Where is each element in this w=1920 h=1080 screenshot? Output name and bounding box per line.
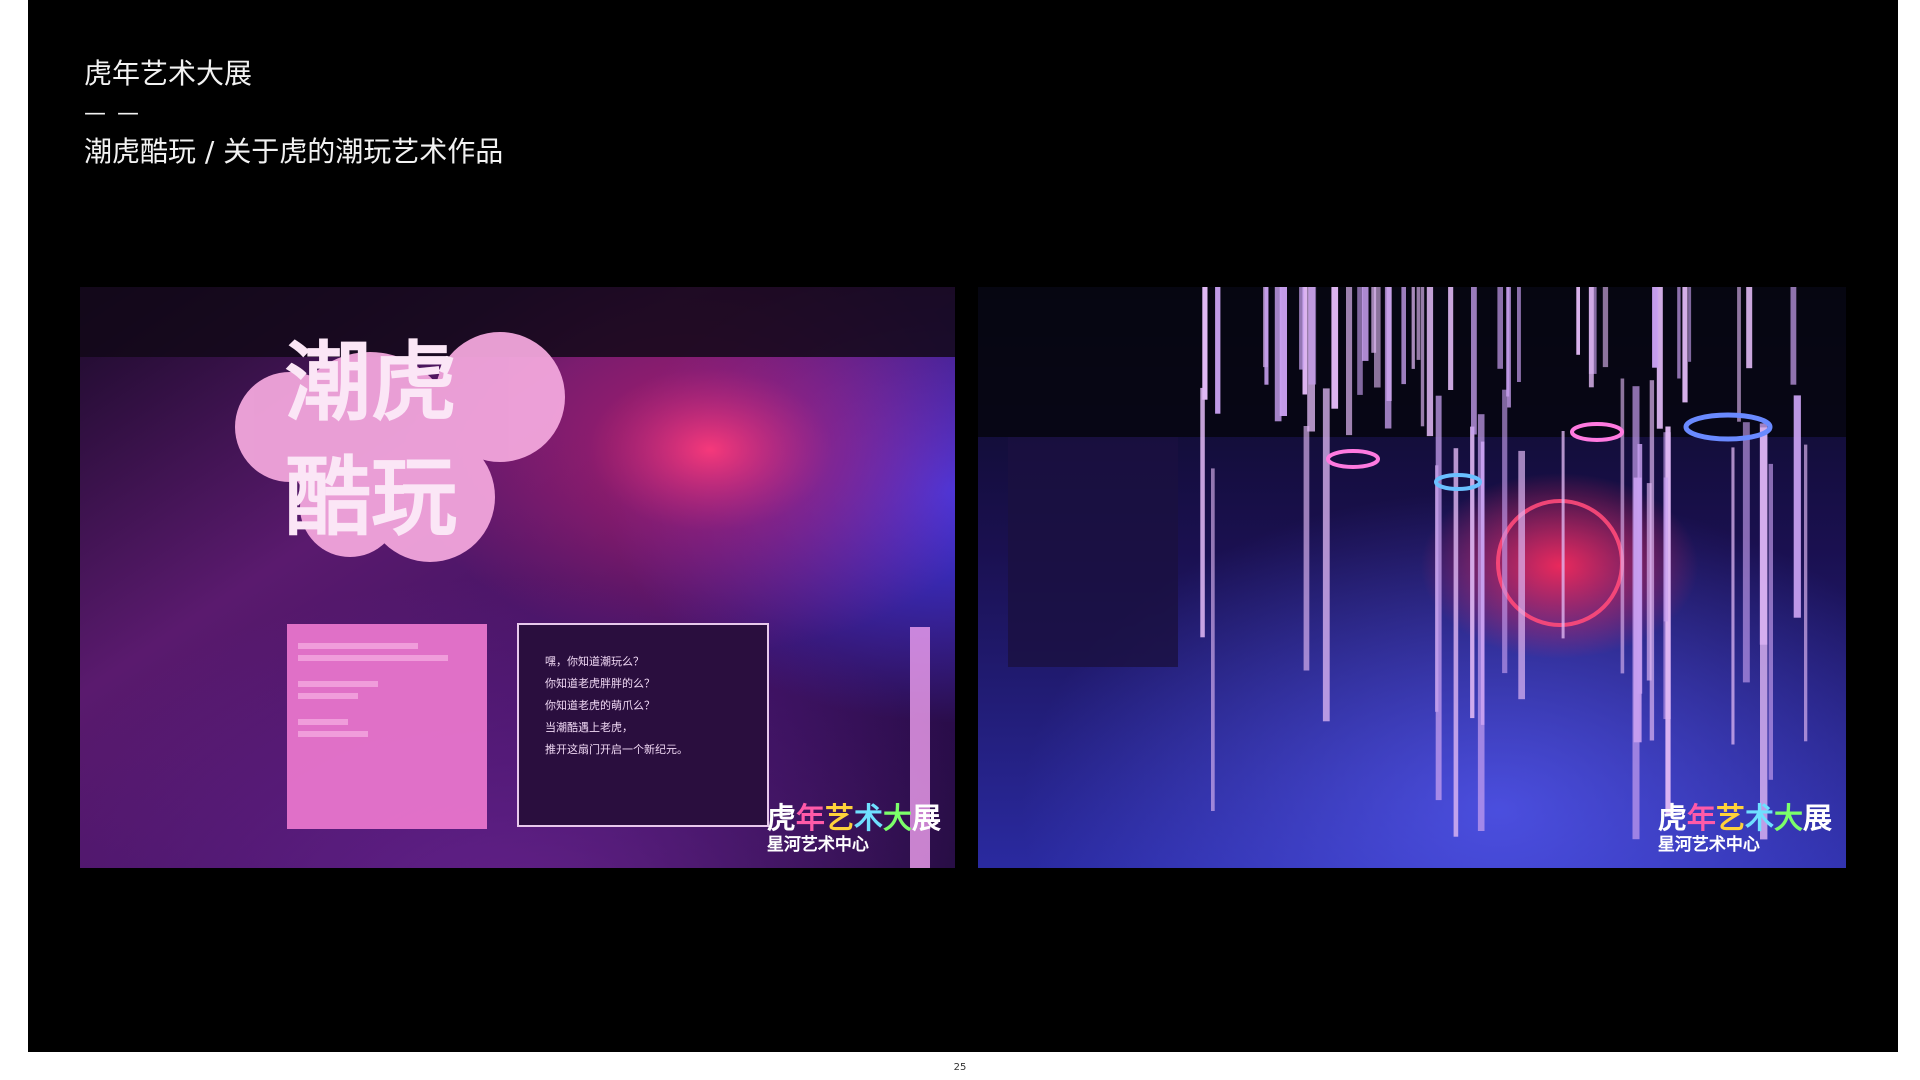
decorative-pole — [1632, 386, 1640, 840]
decorative-pole — [1497, 287, 1503, 369]
decorative-pole — [1477, 414, 1485, 831]
panel-line-2: 你知道老虎胖胖的么？ — [545, 676, 655, 690]
wm-char: 大 — [1773, 801, 1803, 835]
decorative-pole — [1471, 287, 1477, 435]
decorative-pole — [1602, 287, 1609, 368]
watermark: 虎年艺术大展 星河艺术中心 — [1658, 802, 1832, 856]
wm-char: 大 — [882, 801, 912, 835]
decorative-pole — [1384, 287, 1392, 429]
decorative-pole — [1804, 444, 1808, 742]
decorative-pole — [1561, 431, 1565, 639]
wm-char: 展 — [1802, 801, 1832, 835]
title-divider: — — — [84, 101, 141, 126]
decorative-pole — [1401, 287, 1406, 385]
left-photo: 潮虎 酷玩 嘿，你知道潮玩么？ 你知道老虎胖胖的么？ 你知道老虎的萌爪么？ 当潮… — [80, 287, 955, 868]
page-number: 25 — [953, 1062, 967, 1073]
decorative-pole — [1790, 287, 1797, 385]
decorative-pole — [1202, 287, 1208, 400]
decorative-pole — [1677, 287, 1681, 379]
wm-char: 展 — [911, 801, 941, 835]
decorative-pole — [1652, 287, 1659, 368]
decorative-pole — [1416, 287, 1421, 360]
decorative-pole — [1518, 450, 1525, 700]
decorative-pole — [1211, 468, 1215, 811]
watermark: 虎年艺术大展 星河艺术中心 — [767, 802, 941, 856]
page-title: 虎年艺术大展 — [84, 57, 253, 90]
decorative-pole — [1331, 287, 1339, 409]
decorative-pole — [1264, 287, 1269, 385]
decorative-pole — [1793, 395, 1801, 618]
right-photo: 虎年艺术大展 星河艺术中心 — [978, 287, 1846, 868]
decorative-pole — [1731, 447, 1735, 745]
decorative-pole — [1448, 287, 1454, 390]
decorative-pole — [1426, 287, 1434, 437]
decorative-pole — [1742, 422, 1750, 683]
sign-text-line1: 潮虎 — [285, 333, 457, 433]
decorative-pole — [1576, 287, 1580, 355]
decorative-pole — [1308, 287, 1317, 385]
wm-char: 术 — [853, 801, 883, 835]
decorative-pole — [1346, 287, 1353, 436]
decorative-pole — [1502, 389, 1508, 674]
decorative-pole — [1215, 287, 1221, 414]
decorative-pole — [1303, 426, 1310, 671]
decorative-pole — [1688, 287, 1692, 362]
wm-char: 艺 — [824, 801, 854, 835]
decorative-pole — [1517, 287, 1521, 382]
decorative-pole — [1299, 287, 1305, 370]
page-subtitle: 潮虎酷玩 / 关于虎的潮玩艺术作品 — [84, 135, 504, 168]
wm-char: 术 — [1744, 801, 1774, 835]
decorative-pole — [1746, 287, 1753, 369]
panel-line-4: 当潮酷遇上老虎， — [545, 720, 633, 734]
pink-panel — [287, 624, 487, 829]
decorative-pole — [1737, 287, 1741, 422]
right-photo-illustration — [978, 287, 1846, 868]
decorative-pole — [1663, 477, 1669, 622]
wm-char: 年 — [1686, 801, 1716, 835]
decorative-pole — [1411, 287, 1415, 369]
decorative-pole — [1760, 427, 1768, 840]
wm-char: 虎 — [1657, 801, 1687, 835]
decorative-pole — [1588, 287, 1594, 388]
watermark-venue: 星河艺术中心 — [1657, 835, 1760, 855]
watermark-venue: 星河艺术中心 — [766, 835, 869, 855]
decorative-pole — [1322, 388, 1330, 722]
panel-line-3: 你知道老虎的萌爪么？ — [545, 698, 655, 712]
decorative-pole — [1362, 287, 1369, 361]
title-block: 虎年艺术大展 — — 潮虎酷玩 / 关于虎的潮玩艺术作品 — [84, 54, 503, 172]
decorative-pole — [1200, 387, 1205, 638]
wm-char: 艺 — [1715, 801, 1745, 835]
decorative-pole — [1374, 287, 1381, 388]
decorative-pole — [1682, 287, 1688, 403]
decorative-pole — [1768, 463, 1773, 780]
panel-line-5: 推开这扇门开启一个新纪元。 — [545, 742, 688, 756]
decorative-pole — [1470, 426, 1475, 719]
panel-line-1: 嘿，你知道潮玩么？ — [545, 654, 644, 668]
slide: 虎年艺术大展 — — 潮虎酷玩 / 关于虎的潮玩艺术作品 潮虎 酷玩 嘿，你知道… — [28, 0, 1898, 1052]
decorative-pole — [1646, 483, 1652, 681]
decorative-pole — [1620, 378, 1625, 674]
sign-text-line2: 酷玩 — [285, 448, 457, 548]
left-photo-illustration: 潮虎 酷玩 嘿，你知道潮玩么？ 你知道老虎胖胖的么？ 你知道老虎的萌爪么？ 当潮… — [80, 287, 955, 868]
wm-char: 虎 — [766, 801, 796, 835]
watermark-logo: 虎年艺术大展 — [1658, 802, 1832, 834]
decorative-pole — [1435, 395, 1442, 801]
wm-char: 年 — [795, 801, 825, 835]
decorative-pole — [1357, 287, 1363, 395]
decorative-pole — [1506, 287, 1510, 397]
watermark-logo: 虎年艺术大展 — [767, 802, 941, 834]
decorative-pole — [1274, 287, 1282, 422]
decorative-pole — [1453, 448, 1459, 837]
decorative-pole — [1420, 287, 1425, 427]
